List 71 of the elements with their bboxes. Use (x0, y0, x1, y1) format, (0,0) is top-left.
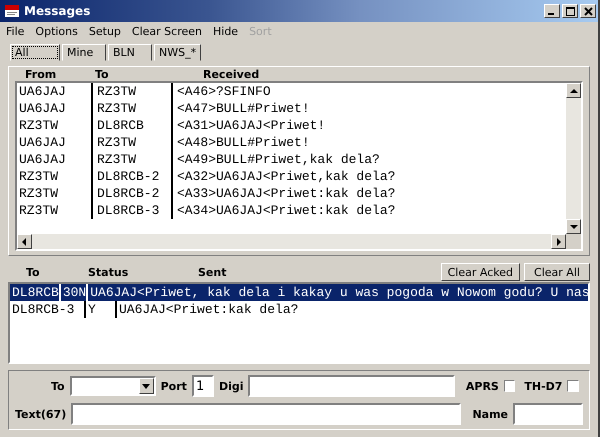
minimize-button[interactable] (544, 4, 560, 18)
tab[interactable]: BLN (108, 44, 152, 61)
table-cell: DL8RCB (91, 117, 171, 134)
close-icon (584, 6, 592, 16)
menu-item[interactable]: Setup (88, 25, 121, 39)
field-label: Name (472, 408, 508, 420)
table-cell-text: RZ3TW (19, 168, 60, 185)
field-label: Port (160, 380, 187, 392)
scrollbar-corner (566, 234, 581, 249)
digi-field[interactable] (248, 375, 455, 397)
checkbox-label: APRS (466, 380, 499, 392)
field-label: To (50, 380, 65, 392)
table-cell: <A49>BULL#Priwet,kak dela? (171, 151, 380, 168)
column-header: From (24, 68, 58, 80)
column-header: To (25, 266, 41, 278)
horizontal-scrollbar[interactable] (17, 234, 566, 249)
maximize-icon (566, 6, 574, 16)
checkbox-label: TH-D7 (524, 380, 562, 392)
scroll-up-icon[interactable] (566, 83, 581, 98)
field-label: Text(67) (15, 408, 66, 420)
table-cell: DL8RCB-2 (91, 185, 171, 202)
table-cell-text: RZ3TW (19, 202, 60, 219)
table-cell: <A31>UA6JAJ<Priwet! (171, 117, 326, 134)
maximize-button[interactable] (562, 4, 578, 18)
table-cell: RZ3TW (91, 134, 171, 151)
table-cell: <A48>BULL#Priwet! (171, 134, 310, 151)
column-header: Received (203, 68, 260, 80)
table-cell: DL8RCB-2 (91, 168, 171, 185)
menu-item[interactable]: Options (35, 25, 78, 39)
clear-button[interactable]: Clear Acked (440, 263, 520, 281)
table-cell: DL8RCB-3 (91, 202, 171, 219)
tab[interactable]: NWS_* (154, 44, 202, 61)
menu-item[interactable]: Clear Screen (132, 25, 202, 39)
text-field[interactable] (71, 403, 462, 425)
app-icon (4, 4, 20, 18)
column-header: Sent (198, 266, 226, 278)
table-cell: <A47>BULL#Priwet! (171, 100, 310, 117)
port-field[interactable]: 1 (192, 375, 214, 397)
table-cell: RZ3TW (91, 100, 171, 117)
table-cell-text: UA6JAJ (19, 151, 67, 168)
table-cell: <A46>?SFINFO (171, 83, 271, 100)
table-cell-text: RZ3TW (19, 185, 60, 202)
menu-item[interactable]: File (6, 25, 24, 39)
tab[interactable]: All (10, 44, 60, 61)
table-cell-text: UA6JAJ (19, 100, 67, 117)
clear-button[interactable]: Clear All (524, 263, 590, 281)
list-row[interactable]: DL8RCB 30N UA6JAJ<Priwet, kak dela i kakay u was pogoda w Nowom godu? U nas (10, 284, 588, 301)
menu-item[interactable]: Hide (213, 25, 238, 39)
scroll-down-icon[interactable] (566, 219, 581, 234)
table-cell: RZ3TW (91, 83, 171, 100)
thd7-checkbox[interactable] (567, 380, 579, 392)
tab[interactable]: Mine (62, 44, 106, 61)
scroll-right-icon[interactable] (551, 234, 566, 249)
table-cell: <A34>UA6JAJ<Priwet:kak dela? (171, 202, 396, 219)
close-button[interactable] (580, 4, 596, 18)
scroll-left-icon[interactable] (17, 234, 32, 249)
list-row[interactable]: DL8RCB-3 Y UA6JAJ<Priwet:kak dela? (10, 301, 588, 318)
table-cell: <A33>UA6JAJ<Priwet:kak dela? (171, 185, 396, 202)
to-dropdown[interactable] (70, 376, 156, 396)
field-label: Digi (218, 380, 244, 392)
table-cell: RZ3TW (91, 151, 171, 168)
vertical-scrollbar[interactable] (566, 83, 581, 249)
column-header: Status (88, 266, 130, 278)
column-header: To (94, 68, 110, 80)
aprs-checkbox[interactable] (504, 380, 516, 392)
table-cell: <A32>UA6JAJ<Priwet,kak dela? (171, 168, 396, 185)
name-field[interactable] (513, 403, 583, 425)
window-title: Messages (24, 4, 90, 18)
table-cell-text: UA6JAJ (19, 83, 67, 100)
table-cell-text: UA6JAJ (19, 134, 67, 151)
table-cell-text: RZ3TW (19, 117, 60, 134)
